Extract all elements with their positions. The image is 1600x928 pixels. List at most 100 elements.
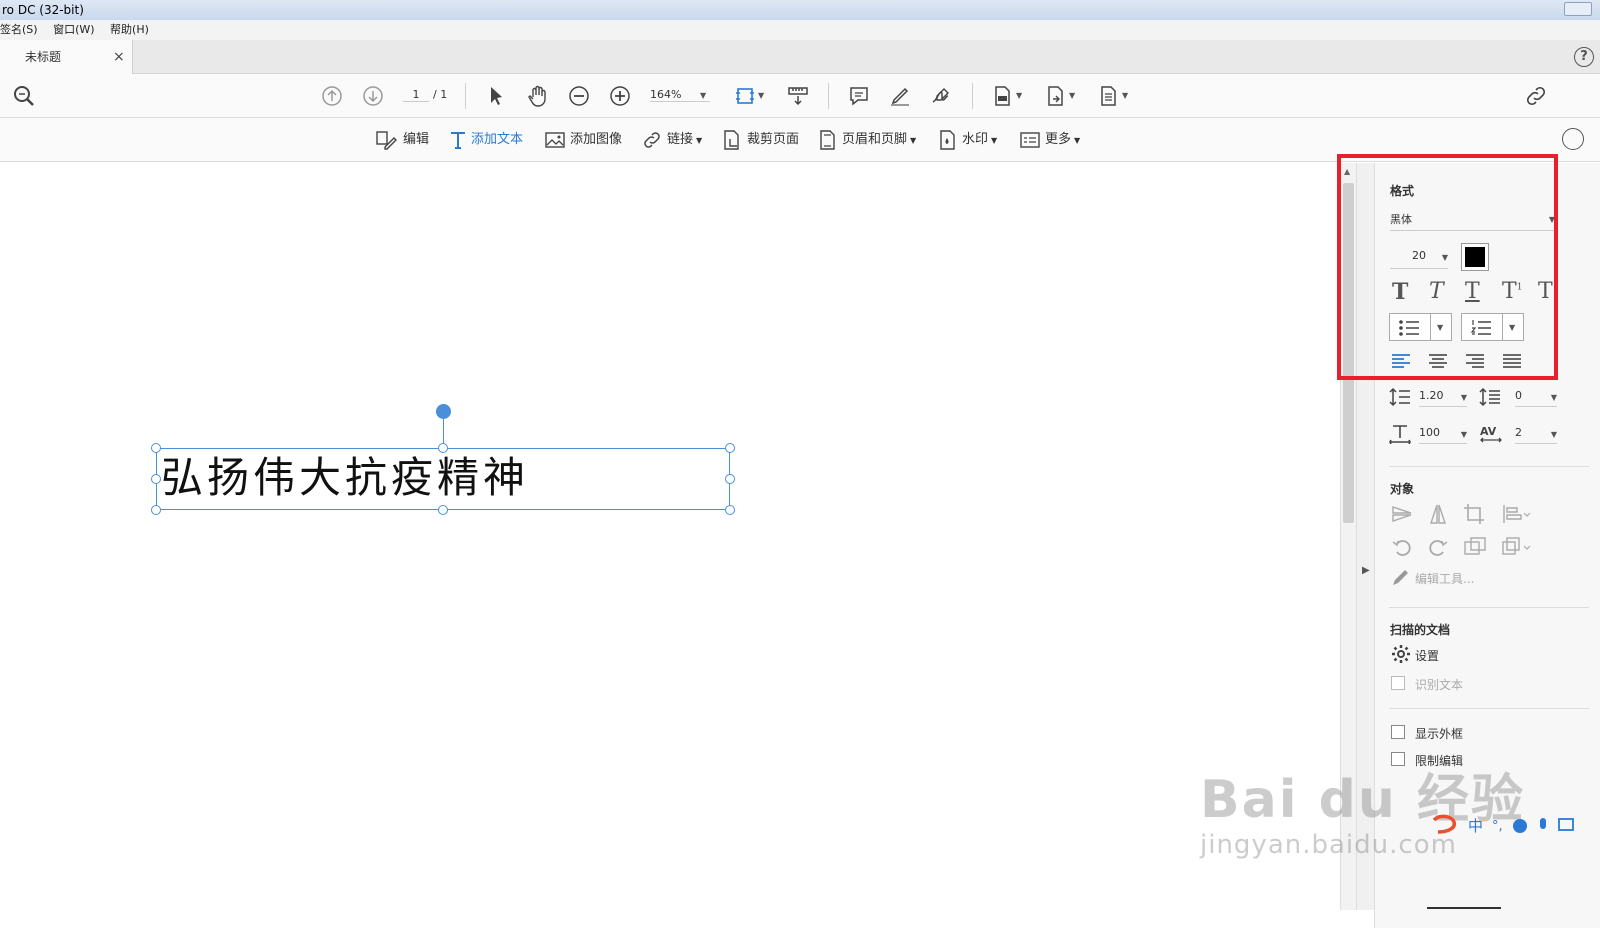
- scroll-mode-icon[interactable]: [786, 84, 810, 108]
- page-number-input[interactable]: 1: [403, 88, 429, 102]
- tab-bar: 未标题 × ?: [0, 40, 1600, 74]
- link-icon: [644, 131, 660, 148]
- comment-icon[interactable]: [847, 84, 871, 108]
- document-text[interactable]: 弘扬伟大抗疫精神: [161, 449, 529, 507]
- paragraph-spacing-select[interactable]: 0 ▼: [1515, 389, 1557, 407]
- menu-bar: 签名(S) 窗口(W) 帮助(H): [0, 20, 1600, 40]
- help-button[interactable]: ?: [1574, 47, 1594, 67]
- replace-image-icon[interactable]: [1463, 536, 1487, 558]
- header-footer-button[interactable]: 页眉和页脚 ▼: [818, 128, 916, 152]
- settings-label[interactable]: 设置: [1415, 647, 1439, 664]
- show-bounding-box-checkbox[interactable]: [1391, 725, 1405, 739]
- share-link-icon[interactable]: [1524, 84, 1548, 108]
- watermark-button[interactable]: 水印 ▼: [938, 128, 997, 152]
- header-footer-icon: [820, 129, 835, 150]
- window-restore-button[interactable]: [1564, 2, 1592, 16]
- line-spacing-value: 1.20: [1419, 389, 1444, 402]
- close-edit-icon[interactable]: [1562, 128, 1584, 150]
- gear-icon[interactable]: [1391, 644, 1411, 664]
- ime-toolbar[interactable]: 中 °,: [1432, 812, 1600, 838]
- recognize-text-checkbox[interactable]: [1391, 676, 1405, 690]
- add-image-button[interactable]: 添加图像: [544, 128, 622, 152]
- resize-handle[interactable]: [725, 443, 735, 453]
- document-canvas[interactable]: 弘扬伟大抗疫精神: [0, 163, 1340, 928]
- align-objects-icon[interactable]: [1501, 503, 1531, 525]
- page-save-icon[interactable]: [990, 84, 1014, 108]
- next-page-icon[interactable]: [361, 84, 385, 108]
- flip-horizontal-icon[interactable]: [1427, 503, 1449, 525]
- link-label: 链接: [667, 132, 694, 147]
- chevron-down-icon: ▼: [1460, 430, 1467, 439]
- zoom-level-value: 164%: [650, 88, 682, 101]
- collapse-panel-icon[interactable]: ▶: [1362, 565, 1370, 576]
- sign-icon[interactable]: [929, 84, 953, 108]
- restrict-editing-checkbox[interactable]: [1391, 752, 1405, 766]
- link-button[interactable]: 链接 ▼: [641, 128, 702, 152]
- highlight-frame: [1337, 154, 1558, 380]
- chevron-down-icon: ▼: [758, 91, 765, 100]
- add-image-label: 添加图像: [570, 132, 623, 147]
- rotate-left-icon[interactable]: [1391, 536, 1413, 558]
- chevron-down-icon: ▼: [910, 136, 917, 145]
- add-text-button[interactable]: 添加文本: [449, 128, 523, 152]
- resize-handle[interactable]: [438, 505, 448, 515]
- search-icon[interactable]: [12, 84, 36, 108]
- page-export-icon[interactable]: [1043, 84, 1067, 108]
- hand-tool-icon[interactable]: [526, 84, 550, 108]
- chevron-down-icon: ▼: [1074, 136, 1081, 145]
- menu-item-sign[interactable]: 签名(S): [0, 23, 38, 36]
- more-button[interactable]: 更多 ▼: [1019, 128, 1080, 152]
- prev-page-icon[interactable]: [320, 84, 344, 108]
- menu-item-help[interactable]: 帮助(H): [110, 23, 149, 36]
- paragraph-spacing-value: 0: [1515, 389, 1522, 402]
- resize-handle[interactable]: [438, 443, 448, 453]
- page-options-icon[interactable]: [1096, 84, 1120, 108]
- chevron-down-icon: ▼: [1016, 91, 1023, 100]
- crop-icon[interactable]: [1463, 503, 1485, 525]
- header-footer-label: 页眉和页脚: [842, 132, 908, 147]
- flip-vertical-icon[interactable]: [1391, 503, 1413, 525]
- resize-handle[interactable]: [151, 474, 161, 484]
- text-box[interactable]: 弘扬伟大抗疫精神: [151, 404, 735, 515]
- edit-label: 编辑: [403, 132, 430, 147]
- edit-button[interactable]: 编辑: [375, 128, 429, 152]
- tab-document[interactable]: 未标题 ×: [0, 40, 133, 74]
- resize-handle[interactable]: [725, 505, 735, 515]
- chevron-down-icon: ▼: [1122, 91, 1129, 100]
- resize-handle[interactable]: [151, 443, 161, 453]
- rotate-right-icon[interactable]: [1427, 536, 1449, 558]
- zoom-out-icon[interactable]: [567, 84, 591, 108]
- zoom-in-icon[interactable]: [608, 84, 632, 108]
- crop-page-icon: [724, 129, 739, 150]
- chevron-down-icon: ▼: [1550, 430, 1557, 439]
- line-spacing-icon: [1389, 387, 1410, 407]
- horizontal-scale-select[interactable]: 100 ▼: [1419, 426, 1467, 444]
- chevron-down-icon: ▼: [991, 136, 998, 145]
- crop-page-button[interactable]: 裁剪页面: [721, 128, 799, 152]
- bottom-edge-line: [1427, 907, 1501, 909]
- character-spacing-value: 2: [1515, 426, 1522, 439]
- arrange-icon[interactable]: [1501, 536, 1531, 558]
- svg-text:AV: AV: [1480, 425, 1497, 438]
- line-spacing-select[interactable]: 1.20 ▼: [1419, 389, 1467, 407]
- character-spacing-select[interactable]: 2 ▼: [1515, 426, 1557, 444]
- tab-label: 未标题: [25, 50, 62, 64]
- resize-handle[interactable]: [151, 505, 161, 515]
- menu-item-window[interactable]: 窗口(W): [53, 23, 94, 36]
- tab-close-button[interactable]: ×: [113, 40, 125, 74]
- rotate-handle[interactable]: [436, 404, 451, 419]
- chevron-down-icon: ▼: [1550, 393, 1557, 402]
- edit-tools-label[interactable]: 编辑工具...: [1415, 570, 1474, 587]
- main-toolbar: 1 / 1 164% ▼ ▼ ▼ ▼ ▼: [0, 74, 1600, 118]
- resize-handle[interactable]: [725, 474, 735, 484]
- highlight-pen-icon[interactable]: [888, 84, 912, 108]
- title-bar: ro DC (32-bit): [0, 0, 1600, 20]
- text-tool-icon: [451, 131, 465, 149]
- watermark-label: 水印: [962, 132, 989, 147]
- chevron-down-icon: ▼: [1069, 91, 1076, 100]
- horizontal-scale-icon: [1389, 425, 1411, 444]
- chevron-down-icon: ▼: [696, 136, 703, 145]
- window-title: ro DC (32-bit): [2, 3, 84, 17]
- fit-page-icon[interactable]: [733, 84, 757, 108]
- select-cursor-icon[interactable]: [484, 84, 508, 108]
